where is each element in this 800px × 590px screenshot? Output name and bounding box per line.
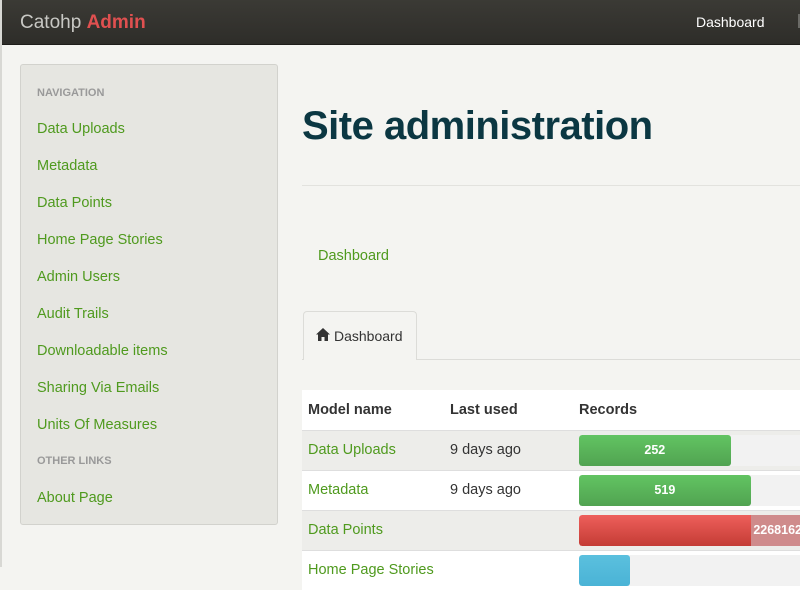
records-progress-bar: 519 [579, 475, 751, 506]
brand-accent: Admin [86, 12, 146, 33]
sidebar-item-about-page[interactable]: About Page [37, 490, 113, 506]
sidebar-item-home-page-stories[interactable]: Home Page Stories [37, 232, 163, 248]
tab-dashboard-label: Dashboard [334, 328, 403, 344]
tab-dashboard[interactable]: Dashboard [303, 311, 417, 360]
page-title: Site administration [302, 104, 653, 148]
sidebar-item-sharing-via-emails[interactable]: Sharing Via Emails [37, 380, 159, 396]
model-name-link[interactable]: Data Uploads [308, 442, 396, 458]
table-row: Data Points 2268162 [302, 510, 800, 550]
title-divider [302, 185, 800, 186]
model-name-link[interactable]: Metadata [308, 482, 368, 498]
records-progress-bar [579, 555, 631, 586]
table-row: Metadata 9 days ago 519 [302, 470, 800, 510]
records-progress-track: 2268162 [579, 515, 800, 546]
records-progress-track: 252 [579, 435, 800, 466]
sidebar-item-downloadable-items[interactable]: Downloadable items [37, 343, 168, 359]
home-icon [316, 328, 330, 341]
sidebar: NAVIGATION Data Uploads Metadata Data Po… [20, 64, 278, 525]
sidebar-item-audit-trails[interactable]: Audit Trails [37, 306, 109, 322]
sidebar-item-data-points[interactable]: Data Points [37, 195, 112, 211]
table-row: Data Uploads 9 days ago 252 [302, 430, 800, 470]
other-links-header: OTHER LINKS [37, 455, 112, 467]
records-progress-track: 519 [579, 475, 800, 506]
header-records[interactable]: Records [579, 402, 637, 418]
model-name-link[interactable]: Data Points [308, 522, 383, 538]
records-count: 2268162 [751, 515, 800, 546]
last-used-value: 9 days ago [450, 442, 521, 458]
models-table: Model name Last used Records Data Upload… [302, 390, 800, 590]
navigation-header: NAVIGATION [37, 87, 105, 99]
records-progress-track [579, 555, 800, 586]
brand-name: Catohp [20, 12, 82, 33]
brand-logo[interactable]: Catohp Admin [20, 12, 146, 34]
top-navbar: Catohp Admin Dashboard [2, 0, 800, 45]
header-last-used[interactable]: Last used [450, 402, 518, 418]
sidebar-item-admin-users[interactable]: Admin Users [37, 269, 120, 285]
sidebar-item-data-uploads[interactable]: Data Uploads [37, 121, 125, 137]
breadcrumb-dashboard[interactable]: Dashboard [318, 248, 389, 264]
model-name-link[interactable]: Home Page Stories [308, 562, 434, 578]
table-row: Home Page Stories [302, 550, 800, 590]
sidebar-item-units-of-measures[interactable]: Units Of Measures [37, 417, 157, 433]
records-progress-bar: 2268162 [579, 515, 800, 546]
header-model-name[interactable]: Model name [308, 402, 392, 418]
navbar-dashboard-link[interactable]: Dashboard [696, 14, 765, 30]
last-used-value: 9 days ago [450, 482, 521, 498]
records-progress-bar: 252 [579, 435, 731, 466]
table-header: Model name Last used Records [302, 390, 800, 430]
sidebar-item-metadata[interactable]: Metadata [37, 158, 97, 174]
